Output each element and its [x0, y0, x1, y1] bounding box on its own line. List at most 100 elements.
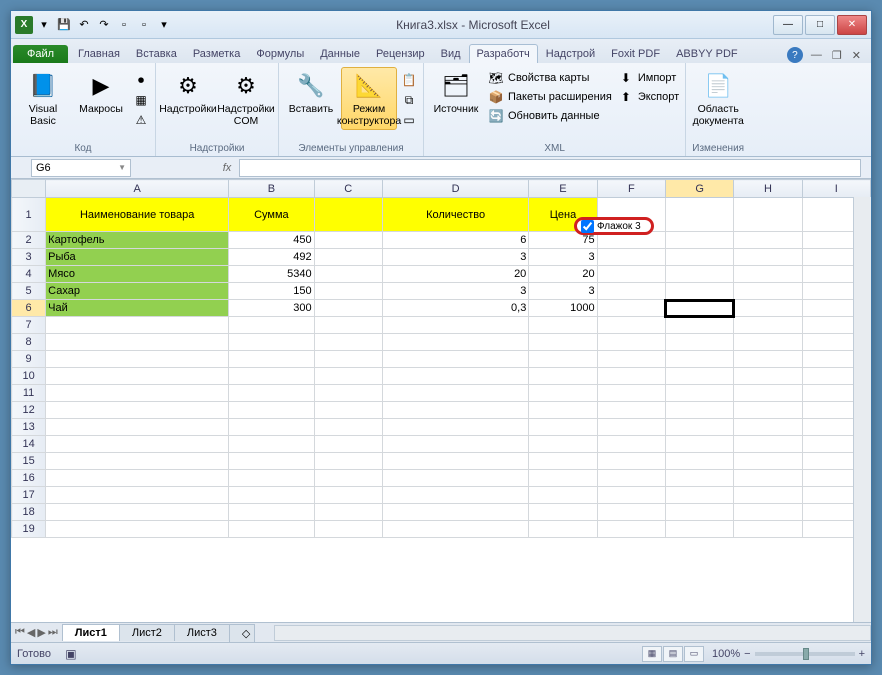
view-normal-icon[interactable]: ▦: [642, 646, 662, 662]
cell[interactable]: [314, 334, 382, 351]
row-header[interactable]: 6: [12, 300, 46, 317]
cell[interactable]: [229, 470, 314, 487]
undo-icon[interactable]: ↶: [75, 16, 93, 34]
cell[interactable]: 1000: [529, 300, 597, 317]
tab-formulas[interactable]: Формулы: [248, 44, 312, 63]
col-header-E[interactable]: E: [529, 180, 597, 198]
cell[interactable]: [597, 317, 665, 334]
row-header[interactable]: 11: [12, 385, 46, 402]
visual-basic-button[interactable]: 📘 Visual Basic: [15, 67, 71, 130]
cell[interactable]: [597, 300, 665, 317]
cell[interactable]: Картофель: [46, 232, 229, 249]
cell[interactable]: [597, 521, 665, 538]
cell[interactable]: [46, 453, 229, 470]
cell[interactable]: [314, 198, 382, 232]
cell[interactable]: [229, 504, 314, 521]
row-header[interactable]: 15: [12, 453, 46, 470]
cell[interactable]: [734, 232, 802, 249]
mdi-restore-icon[interactable]: ❐: [828, 49, 846, 62]
col-header-A[interactable]: A: [46, 180, 229, 198]
name-box[interactable]: G6 ▼: [31, 159, 131, 177]
sheet-tab-3[interactable]: Лист3: [174, 624, 230, 641]
cell[interactable]: [665, 504, 733, 521]
tab-addins[interactable]: Надстрой: [538, 44, 603, 63]
nav-last-icon[interactable]: ⏭: [48, 626, 58, 639]
cell[interactable]: [597, 470, 665, 487]
tab-foxit[interactable]: Foxit PDF: [603, 44, 668, 63]
cell[interactable]: Чай: [46, 300, 229, 317]
cell[interactable]: [382, 521, 528, 538]
row-header[interactable]: 10: [12, 368, 46, 385]
cell[interactable]: [665, 453, 733, 470]
cell[interactable]: [382, 385, 528, 402]
help-icon[interactable]: ?: [787, 47, 803, 63]
cell[interactable]: [665, 266, 733, 283]
cell[interactable]: [382, 436, 528, 453]
cell[interactable]: [597, 504, 665, 521]
cell[interactable]: [665, 198, 733, 232]
form-checkbox-control[interactable]: Флажок 3: [574, 217, 654, 235]
row-header[interactable]: 3: [12, 249, 46, 266]
cell[interactable]: [382, 402, 528, 419]
cell[interactable]: [314, 504, 382, 521]
qat-dropdown-icon[interactable]: ▾: [35, 16, 53, 34]
cell[interactable]: [382, 453, 528, 470]
cell[interactable]: Количество: [382, 198, 528, 232]
cell[interactable]: [314, 283, 382, 300]
nav-next-icon[interactable]: ▶: [37, 626, 45, 639]
cell[interactable]: [314, 266, 382, 283]
tab-review[interactable]: Рецензир: [368, 44, 433, 63]
cell[interactable]: [46, 385, 229, 402]
cell[interactable]: Рыба: [46, 249, 229, 266]
cell[interactable]: [665, 385, 733, 402]
cell[interactable]: [665, 402, 733, 419]
cell[interactable]: [382, 419, 528, 436]
cell[interactable]: Сумма: [229, 198, 314, 232]
cell[interactable]: [382, 487, 528, 504]
cell[interactable]: [314, 368, 382, 385]
cell[interactable]: [597, 351, 665, 368]
cell[interactable]: [529, 419, 597, 436]
cell[interactable]: [382, 334, 528, 351]
view-code-button[interactable]: ⧉: [399, 91, 419, 109]
cell[interactable]: 450: [229, 232, 314, 249]
record-macro-button[interactable]: ⏺: [131, 71, 151, 89]
cell[interactable]: [665, 317, 733, 334]
cell[interactable]: [229, 453, 314, 470]
cell[interactable]: [529, 351, 597, 368]
macro-record-status-icon[interactable]: ▣: [63, 646, 79, 662]
minimize-button[interactable]: —: [773, 15, 803, 35]
cell[interactable]: 20: [529, 266, 597, 283]
cell[interactable]: [734, 470, 802, 487]
tab-home[interactable]: Главная: [70, 44, 128, 63]
col-header-H[interactable]: H: [734, 180, 802, 198]
cell[interactable]: [229, 334, 314, 351]
cell[interactable]: [734, 198, 802, 232]
source-button[interactable]: 🗂 Источник: [428, 67, 484, 119]
select-all-corner[interactable]: [12, 180, 46, 198]
cell[interactable]: [229, 521, 314, 538]
zoom-slider[interactable]: [755, 652, 855, 656]
cell[interactable]: [529, 436, 597, 453]
cell[interactable]: [46, 487, 229, 504]
cell[interactable]: 150: [229, 283, 314, 300]
cell[interactable]: [529, 317, 597, 334]
grid[interactable]: A B C D E F G H I 1 Наименование товара …: [11, 179, 871, 538]
cell[interactable]: [382, 504, 528, 521]
map-properties-button[interactable]: 🗺Свойства карты: [486, 69, 614, 87]
run-dialog-button[interactable]: ▭: [399, 111, 419, 129]
cell[interactable]: [229, 487, 314, 504]
cell[interactable]: [314, 521, 382, 538]
vertical-scrollbar[interactable]: [853, 197, 871, 622]
cell[interactable]: [734, 334, 802, 351]
tab-layout[interactable]: Разметка: [185, 44, 249, 63]
row-header[interactable]: 2: [12, 232, 46, 249]
cell[interactable]: [529, 453, 597, 470]
cell[interactable]: [597, 334, 665, 351]
redo-icon[interactable]: ↷: [95, 16, 113, 34]
tab-data[interactable]: Данные: [312, 44, 368, 63]
cell[interactable]: 6: [382, 232, 528, 249]
cell[interactable]: [597, 402, 665, 419]
cell[interactable]: [734, 283, 802, 300]
cell[interactable]: Наименование товара: [46, 198, 229, 232]
